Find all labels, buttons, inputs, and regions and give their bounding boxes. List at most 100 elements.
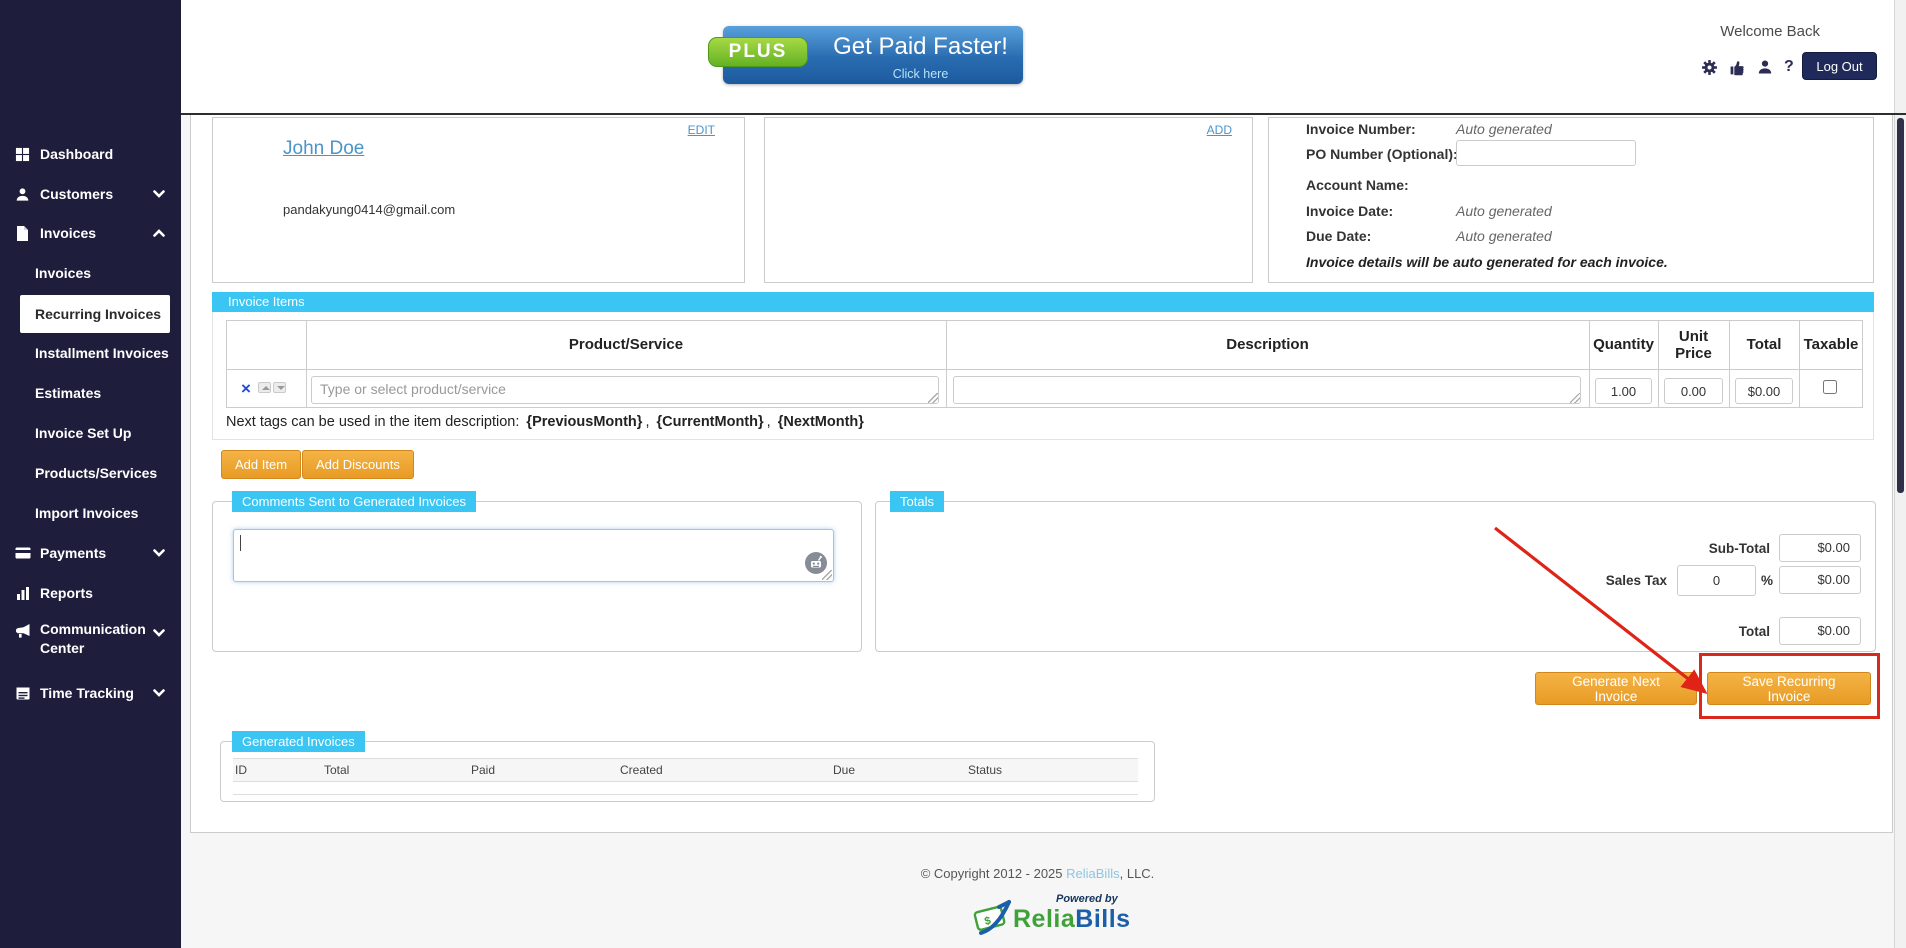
sidebar-item-label: Import Invoices [35,505,138,521]
banner-click-here-link[interactable]: Click here [823,67,1018,81]
help-icon[interactable]: ? [1784,58,1794,76]
po-number-label: PO Number (Optional): [1306,146,1458,162]
total-value: $0.00 [1779,617,1861,645]
sidebar-item-label: Invoices [40,225,96,241]
header-row-divider [227,369,1862,370]
col-header-taxable: Taxable [1799,336,1863,353]
sidebar-item-label: Invoices [35,265,91,281]
sidebar-subitem-import-invoices[interactable]: Import Invoices [0,493,181,533]
log-out-button[interactable]: Log Out [1802,52,1877,80]
sidebar-item-label: Payments [40,545,106,561]
po-number-input[interactable] [1456,140,1636,166]
col-header-created: Created [620,763,663,777]
taxable-checkbox[interactable] [1823,380,1837,394]
quantity-input[interactable] [1595,378,1652,404]
copyright-prefix: © Copyright 2012 - 2025 [921,866,1066,881]
sidebar-subitem-invoice-set-up[interactable]: Invoice Set Up [0,413,181,453]
col-header-paid: Paid [471,763,495,777]
sidebar-item-label: Products/Services [35,465,157,481]
column-divider [1799,321,1800,407]
tags-help-prefix: Next tags can be used in the item descri… [226,414,519,430]
chevron-down-icon [153,549,165,558]
auto-generate-note: Invoice details will be auto generated f… [1306,254,1668,270]
add-discounts-button[interactable]: Add Discounts [302,450,414,479]
sidebar-subitem-installment-invoices[interactable]: Installment Invoices [0,333,181,373]
welcome-text: Welcome Back [1690,23,1820,40]
product-service-input[interactable] [311,376,939,404]
generate-next-invoice-button[interactable]: Generate Next Invoice [1535,672,1697,705]
table-bottom-border [233,794,1138,795]
col-header-total: Total [324,763,349,777]
invoice-date-value: Auto generated [1456,203,1552,219]
reliabills-logo-icon: $ [971,898,1013,943]
vertical-scrollbar[interactable] [1894,0,1906,948]
sidebar-subitem-recurring-invoices[interactable]: Recurring Invoices [20,295,170,333]
customer-name-link[interactable]: John Doe [283,138,364,160]
sidebar-item-label: Estimates [35,385,101,401]
credit-card-icon [14,547,31,559]
annotation-highlight-box [1699,653,1880,719]
totals-legend: Totals [890,491,944,512]
sidebar-item-label: Reports [40,585,93,601]
account-name-label: Account Name: [1306,177,1409,193]
gear-icon[interactable] [1701,59,1718,76]
col-header-id: ID [235,763,247,777]
resize-grip[interactable] [822,570,832,580]
calendar-icon [14,686,31,700]
invoice-number-label: Invoice Number: [1306,121,1416,137]
unit-price-input[interactable] [1664,378,1723,404]
move-row-up-icon[interactable] [258,382,271,393]
logo-relia: Relia [1013,905,1075,933]
chevron-down-icon [153,190,165,199]
line-total-input[interactable] [1735,378,1793,404]
totals-fieldset: Totals Sub-Total $0.00 Sales Tax % $0.00… [875,501,1876,652]
scrollbar-thumb[interactable] [1897,118,1904,493]
col-header-status: Status [968,763,1002,777]
copyright: © Copyright 2012 - 2025 ReliaBills, LLC. [181,866,1894,881]
add-item-button[interactable]: Add Item [221,450,301,479]
tag-previous-month: {PreviousMonth} [526,414,642,430]
sidebar-subitem-products-services[interactable]: Products/Services [0,453,181,493]
promo-banner[interactable]: PLUS Get Paid Faster! Click here [723,26,1023,84]
sidebar-item-communication-center[interactable]: Communication Center [0,613,181,671]
thumbs-up-icon[interactable] [1729,59,1746,76]
header-divider [181,113,1906,115]
sidebar-item-label: Time Tracking [40,685,134,701]
sidebar-item-payments[interactable]: Payments [0,533,181,573]
plus-badge: PLUS [708,37,808,67]
sidebar-subitem-invoices[interactable]: Invoices [0,253,181,293]
sub-total-label: Sub-Total [1576,541,1770,556]
reliabills-link[interactable]: ReliaBills [1066,866,1119,881]
sub-total-value: $0.00 [1779,534,1861,562]
sidebar-item-reports[interactable]: Reports [0,573,181,613]
due-date-label: Due Date: [1306,228,1371,244]
sidebar-item-customers[interactable]: Customers [0,174,181,214]
sidebar-item-dashboard[interactable]: Dashboard [0,134,181,174]
description-input[interactable] [953,376,1581,404]
banner-headline: Get Paid Faster! [823,33,1018,61]
sidebar-item-time-tracking[interactable]: Time Tracking [0,673,181,713]
column-divider [1729,321,1730,407]
tag-next-month: {NextMonth} [778,414,864,430]
sidebar-item-label: Installment Invoices [35,345,169,361]
sales-tax-rate-input[interactable] [1677,565,1756,596]
comments-textarea[interactable] [233,529,834,582]
resize-grip[interactable] [928,393,938,403]
customer-email: pandakyung0414@gmail.com [283,202,455,217]
move-row-down-icon[interactable] [273,382,286,393]
file-icon [14,226,31,241]
tags-help-text: Next tags can be used in the item descri… [226,414,867,430]
logo-bills: Bills [1075,905,1130,933]
tag-current-month: {CurrentMonth} [657,414,764,430]
delete-row-icon[interactable]: × [241,380,251,397]
add-recipient-link[interactable]: ADD [1207,123,1232,137]
invoice-items-table: Product/Service Description Quantity Uni… [226,320,1863,408]
edit-customer-link[interactable]: EDIT [688,123,715,137]
sales-tax-value: $0.00 [1779,566,1861,594]
sidebar-item-label: Dashboard [40,146,113,162]
person-icon[interactable] [1757,59,1773,75]
sidebar: Dashboard Customers Invoices Invoices Re… [0,0,181,948]
resize-grip[interactable] [1570,393,1580,403]
sidebar-item-invoices[interactable]: Invoices [0,213,181,253]
sidebar-subitem-estimates[interactable]: Estimates [0,373,181,413]
